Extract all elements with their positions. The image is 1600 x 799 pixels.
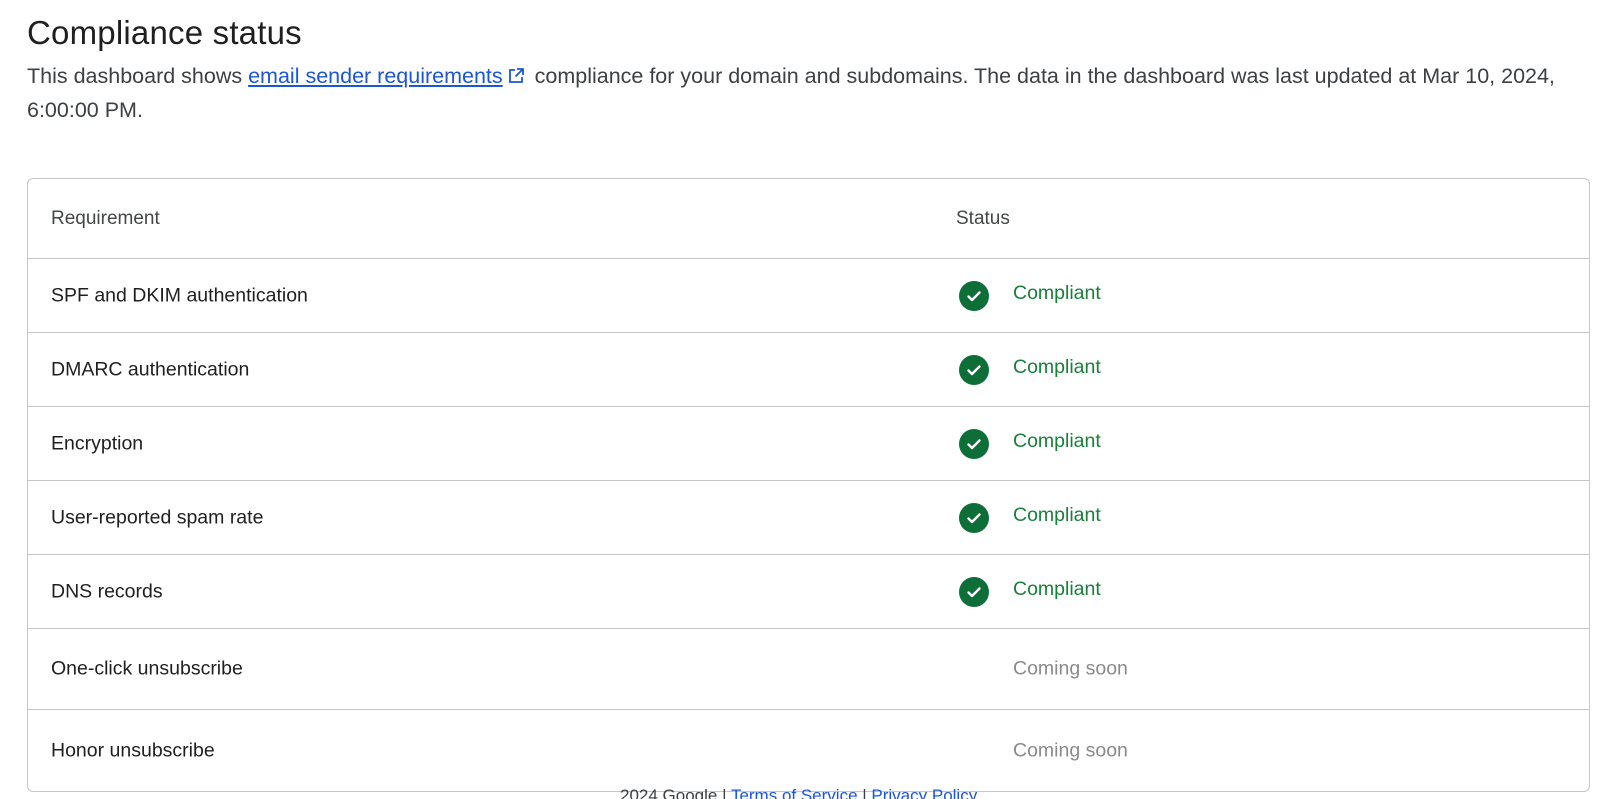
requirement-cell: Honor unsubscribe	[51, 739, 215, 761]
status-cell: Coming soon	[956, 739, 1128, 762]
status-cell: Compliant	[956, 576, 1101, 607]
compliance-table: Requirement Status SPF and DKIM authenti…	[27, 178, 1590, 792]
table-row: User-reported spam rate Compliant	[28, 481, 1589, 555]
footer-separator: |	[717, 786, 731, 799]
status-label: Compliant	[1013, 430, 1101, 452]
privacy-policy-link[interactable]: Privacy Policy	[871, 786, 977, 799]
check-circle-icon	[959, 354, 989, 385]
page-footer: 2024 Google | Terms of Service | Privacy…	[620, 786, 977, 799]
check-circle-icon	[959, 280, 989, 311]
page-description: This dashboard shows email sender requir…	[27, 59, 1587, 127]
status-cell: Compliant	[956, 502, 1101, 533]
status-label: Compliant	[1013, 356, 1101, 378]
table-row: DMARC authentication Compliant	[28, 333, 1589, 407]
table-row: Encryption Compliant	[28, 407, 1589, 481]
footer-separator: |	[857, 786, 872, 799]
compliance-page: Compliance status This dashboard shows e…	[0, 0, 1600, 799]
table-row: SPF and DKIM authentication Compliant	[28, 259, 1589, 333]
status-label: Compliant	[1013, 504, 1101, 526]
requirement-cell: DNS records	[51, 580, 163, 602]
check-circle-icon	[959, 502, 989, 533]
terms-of-service-link[interactable]: Terms of Service	[731, 786, 858, 799]
description-text-before: This dashboard shows	[27, 64, 249, 88]
table-row: Honor unsubscribe Coming soon	[28, 710, 1589, 791]
requirement-cell: User-reported spam rate	[51, 506, 264, 528]
requirement-cell: Encryption	[51, 432, 144, 454]
requirement-cell: SPF and DKIM authentication	[51, 284, 308, 306]
external-link-icon	[507, 61, 525, 83]
page-title: Compliance status	[27, 14, 302, 51]
status-label: Coming soon	[1013, 657, 1128, 680]
check-circle-icon	[959, 576, 989, 607]
requirement-cell: One-click unsubscribe	[51, 657, 243, 680]
status-label: Coming soon	[1013, 739, 1128, 761]
column-header-requirement: Requirement	[51, 207, 160, 229]
column-header-status: Status	[956, 207, 1010, 229]
check-circle-icon	[959, 428, 989, 459]
table-header-row: Requirement Status	[28, 179, 1589, 259]
requirement-cell: DMARC authentication	[51, 358, 250, 380]
status-label: Compliant	[1013, 282, 1101, 304]
status-cell: Compliant	[956, 280, 1101, 311]
status-label: Compliant	[1013, 578, 1101, 600]
status-cell: Compliant	[956, 354, 1101, 385]
table-row: DNS records Compliant	[28, 555, 1589, 629]
table-row: One-click unsubscribe Coming soon	[28, 629, 1589, 710]
email-sender-requirements-link[interactable]: email sender requirements	[248, 64, 503, 88]
status-cell: Compliant	[956, 428, 1101, 459]
status-cell: Coming soon	[956, 658, 1128, 681]
footer-copyright: 2024 Google	[620, 786, 718, 799]
